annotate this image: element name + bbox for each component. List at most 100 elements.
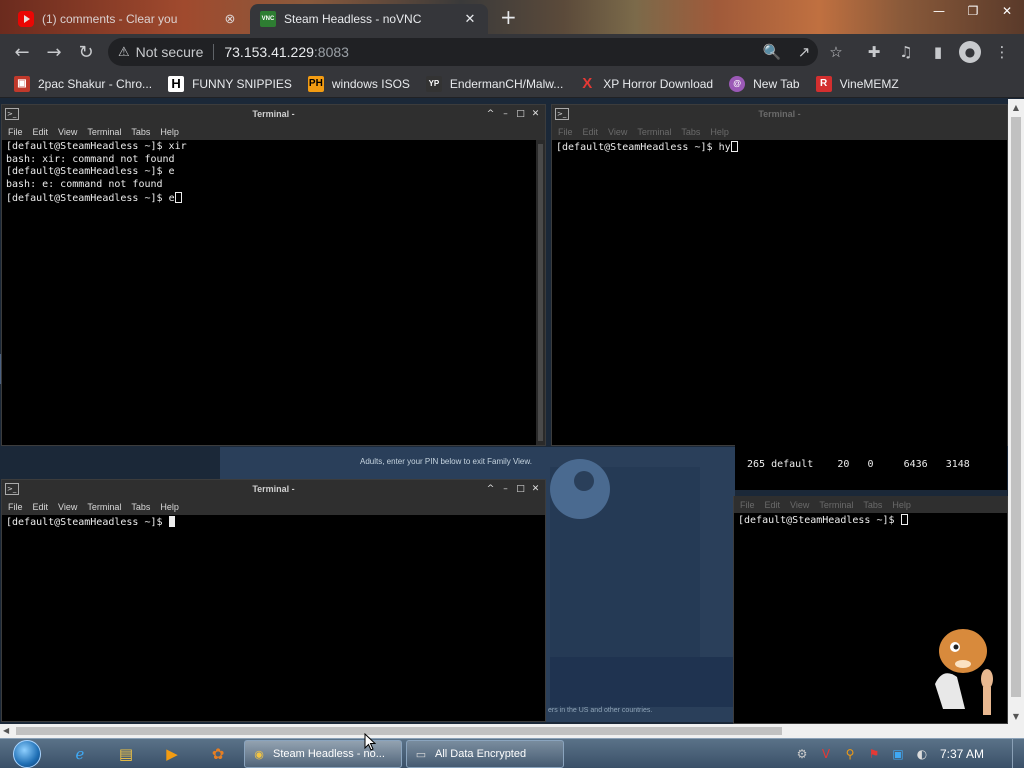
settings-tray-icon[interactable]: ⚙	[790, 745, 814, 763]
menu-help[interactable]: Help	[710, 127, 729, 137]
minimize-button[interactable]: –	[498, 482, 513, 496]
maximize-button[interactable]: □	[513, 482, 528, 496]
terminal-input-line[interactable]: [default@SteamHeadless ~]$	[6, 516, 541, 530]
terminal-titlebar[interactable]: >_ Terminal -	[552, 105, 1007, 123]
bookmark-item[interactable]: X XP Horror Download	[579, 75, 713, 92]
menu-terminal[interactable]: Terminal	[819, 500, 853, 510]
menu-help[interactable]: Help	[160, 502, 179, 512]
terminal-scrollbar[interactable]	[536, 140, 545, 445]
menu-kebab-icon[interactable]: ⋮	[986, 38, 1018, 66]
extensions-icon[interactable]: ✚	[858, 38, 890, 66]
menu-tabs[interactable]: Tabs	[131, 127, 150, 137]
restore-window-button[interactable]: ❐	[956, 0, 990, 22]
shade-button[interactable]: ^	[483, 482, 498, 496]
scrollbar-thumb[interactable]	[538, 144, 543, 441]
internet-explorer-icon[interactable]: ℯ	[60, 741, 100, 767]
bookmark-item[interactable]: R VineMEMZ	[815, 75, 899, 92]
scrollbar-thumb[interactable]	[1011, 117, 1021, 697]
share-icon[interactable]: ↗	[788, 38, 820, 66]
paint-icon[interactable]: ✿	[198, 741, 238, 767]
minimize-button[interactable]: –	[498, 107, 513, 121]
flag-tray-icon[interactable]: ⚑	[862, 745, 886, 763]
menu-file[interactable]: File	[8, 127, 23, 137]
menu-edit[interactable]: Edit	[765, 500, 781, 510]
maximize-button[interactable]: □	[513, 107, 528, 121]
terminal-input-line[interactable]: [default@SteamHeadless ~]$	[738, 514, 1003, 528]
close-tab-icon[interactable]: ✕	[462, 11, 478, 27]
menu-help[interactable]: Help	[160, 127, 179, 137]
menu-file[interactable]: File	[558, 127, 573, 137]
bookmark-item[interactable]: YP EndermanCH/Malw...	[425, 75, 563, 92]
close-tab-icon[interactable]: ⊗	[222, 11, 238, 27]
terminal-titlebar[interactable]: >_ Terminal - ^ – □ ✕	[2, 105, 545, 123]
start-button[interactable]	[8, 739, 46, 768]
scroll-left-icon[interactable]: ◀	[3, 726, 9, 735]
menu-edit[interactable]: Edit	[33, 127, 49, 137]
menu-edit[interactable]: Edit	[583, 127, 599, 137]
menu-file[interactable]: File	[8, 502, 23, 512]
reload-button[interactable]: ↻	[70, 36, 102, 68]
clock[interactable]: 7:37 AM	[940, 747, 984, 761]
menu-view[interactable]: View	[790, 500, 809, 510]
search-tray-icon[interactable]: ⚲	[838, 745, 862, 763]
terminal-input[interactable]: hy	[719, 142, 731, 153]
profile-avatar-icon[interactable]: ●	[959, 41, 981, 63]
menu-tabs[interactable]: Tabs	[681, 127, 700, 137]
remote-desktop[interactable]: Adults, enter your PIN below to exit Fam…	[0, 99, 1024, 724]
terminal-window[interactable]: >_ Terminal - ^ – □ ✕ File Edit View Ter…	[1, 479, 546, 722]
bookmark-item[interactable]: @ New Tab	[729, 75, 800, 92]
bookmark-item[interactable]: PH windows ISOS	[307, 75, 410, 92]
menu-terminal[interactable]: Terminal	[87, 127, 121, 137]
media-player-icon[interactable]: ▶	[152, 741, 192, 767]
menu-edit[interactable]: Edit	[33, 502, 49, 512]
menu-view[interactable]: View	[608, 127, 627, 137]
close-button[interactable]: ✕	[528, 482, 543, 496]
file-explorer-icon[interactable]: ▤	[106, 741, 146, 767]
close-window-button[interactable]: ✕	[990, 0, 1024, 22]
shade-button[interactable]: ^	[483, 107, 498, 121]
terminal-window[interactable]: >_ Terminal - File Edit View Terminal Ta…	[551, 104, 1008, 446]
scroll-up-icon[interactable]: ▲	[1008, 99, 1024, 115]
warning-icon[interactable]: ⚠	[118, 44, 130, 60]
show-desktop-button[interactable]	[1012, 739, 1024, 768]
terminal-window[interactable]: >_ Terminal - ^ – □ ✕ File Edit View Ter…	[1, 104, 546, 446]
media-icon[interactable]: ♫	[890, 38, 922, 66]
menu-terminal[interactable]: Terminal	[87, 502, 121, 512]
side-panel-icon[interactable]: ▮	[922, 38, 954, 66]
menu-help[interactable]: Help	[892, 500, 911, 510]
new-tab-button[interactable]: +	[500, 7, 517, 27]
back-button[interactable]: ←	[6, 36, 38, 68]
bookmark-star-icon[interactable]: ☆	[820, 38, 852, 66]
scroll-down-icon[interactable]: ▼	[1008, 708, 1024, 724]
menu-tabs[interactable]: Tabs	[863, 500, 882, 510]
menu-file[interactable]: File	[740, 500, 755, 510]
tab-novnc[interactable]: VNC Steam Headless - noVNC ✕	[250, 4, 488, 34]
close-button[interactable]: ✕	[528, 107, 543, 121]
terminal-output[interactable]: [default@SteamHeadless ~]$ hy	[552, 140, 1007, 445]
menu-view[interactable]: View	[58, 502, 77, 512]
security-label[interactable]: Not secure	[136, 44, 204, 60]
taskbar-item-chrome[interactable]: ◉ Steam Headless - no...	[244, 740, 402, 768]
v-tray-icon[interactable]: V	[814, 745, 838, 763]
taskbar-item-encrypted[interactable]: ▭ All Data Encrypted	[406, 740, 564, 768]
minimize-window-button[interactable]: —	[922, 0, 956, 22]
tab-youtube[interactable]: (1) comments - Clear you ⊗	[8, 4, 248, 34]
scrollbar-thumb[interactable]	[16, 727, 782, 735]
menu-view[interactable]: View	[58, 127, 77, 137]
terminal-input-line[interactable]: [default@SteamHeadless ~]$ e	[6, 191, 541, 206]
zoom-icon[interactable]: 🔍	[756, 38, 788, 66]
bookmark-item[interactable]: ▣ 2pac Shakur - Chro...	[14, 75, 152, 92]
terminal-output[interactable]: [default@SteamHeadless ~]$ xir bash: xir:…	[2, 140, 545, 445]
terminal-titlebar[interactable]: >_ Terminal - ^ – □ ✕	[2, 480, 545, 498]
menu-terminal[interactable]: Terminal	[637, 127, 671, 137]
menu-tabs[interactable]: Tabs	[131, 502, 150, 512]
desktop-horizontal-scrollbar[interactable]: ◀	[0, 724, 1024, 738]
bookmark-item[interactable]: H FUNNY SNIPPIES	[168, 75, 292, 92]
desktop-vertical-scrollbar[interactable]: ▲ ▼	[1008, 99, 1024, 724]
address-bar[interactable]: ⚠ Not secure 73.153.41.229:8083	[108, 38, 818, 66]
volume-tray-icon[interactable]: ◐	[910, 745, 934, 763]
terminal-input-line[interactable]: [default@SteamHeadless ~]$ hy	[556, 141, 1003, 155]
terminal-output[interactable]: [default@SteamHeadless ~]$	[2, 515, 545, 721]
monitor-tray-icon[interactable]: ▣	[886, 745, 910, 763]
forward-button[interactable]: →	[38, 36, 70, 68]
